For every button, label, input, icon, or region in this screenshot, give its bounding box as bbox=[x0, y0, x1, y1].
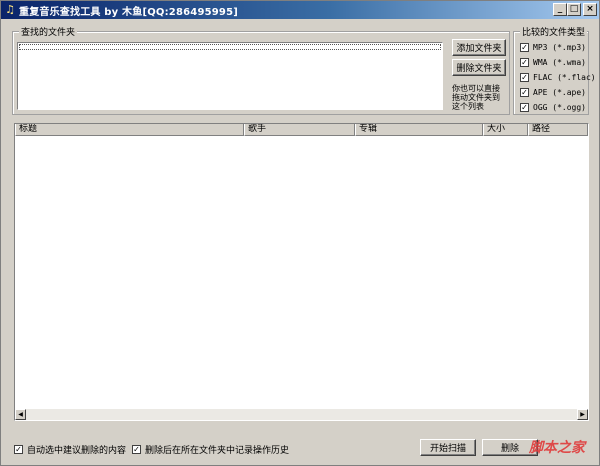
checkmark-icon: ✓ bbox=[520, 102, 529, 112]
log-history-checkbox[interactable]: ✓ 删除后在所在文件夹中记录操作历史 bbox=[132, 443, 289, 456]
watermark-text: 脚本之家 bbox=[529, 440, 585, 456]
window-controls: _ □ × bbox=[553, 3, 597, 16]
remove-folder-button[interactable]: 删除文件夹 bbox=[452, 59, 506, 76]
results-list[interactable]: 标题 歌手 专辑 大小 路径 ◀ ▶ bbox=[14, 123, 589, 421]
add-folder-button[interactable]: 添加文件夹 bbox=[452, 39, 506, 56]
filetype-label: WMA (*.wma) bbox=[533, 58, 586, 67]
scroll-left-icon[interactable]: ◀ bbox=[15, 409, 26, 420]
column-path-header[interactable]: 路径 bbox=[528, 124, 588, 136]
folders-group: 查找的文件夹 添加文件夹 删除文件夹 你也可以直接 拖动文件夹到 这个列表 bbox=[12, 25, 510, 115]
folder-list-focus-row bbox=[19, 44, 441, 50]
scroll-right-icon[interactable]: ▶ bbox=[577, 409, 588, 420]
column-title-header[interactable]: 标题 bbox=[15, 124, 244, 136]
filetype-wma-checkbox[interactable]: ✓ WMA (*.wma) bbox=[520, 58, 586, 67]
maximize-button[interactable]: □ bbox=[567, 3, 581, 16]
column-artist-header[interactable]: 歌手 bbox=[244, 124, 355, 136]
checkmark-icon: ✓ bbox=[14, 444, 23, 454]
auto-select-checkbox[interactable]: ✓ 自动选中建议删除的内容 bbox=[14, 443, 126, 456]
checkmark-icon: ✓ bbox=[520, 72, 529, 82]
filetypes-group: 比较的文件类型 ✓ MP3 (*.mp3) ✓ WMA (*.wma) ✓ FL… bbox=[513, 25, 596, 115]
filetype-flac-checkbox[interactable]: ✓ FLAC (*.flac) bbox=[520, 73, 596, 82]
close-button[interactable]: × bbox=[583, 3, 597, 16]
app-window: ♫ 重复音乐查找工具 by 木鱼[QQ:286495995] _ □ × 查找的… bbox=[0, 0, 600, 466]
folder-list[interactable] bbox=[17, 42, 443, 110]
horizontal-scrollbar[interactable]: ◀ ▶ bbox=[15, 409, 588, 420]
drag-hint-text: 你也可以直接 拖动文件夹到 这个列表 bbox=[452, 84, 500, 111]
filetype-label: APE (*.ape) bbox=[533, 88, 586, 97]
filetype-label: FLAC (*.flac) bbox=[533, 73, 596, 82]
title-bar[interactable]: ♫ 重复音乐查找工具 by 木鱼[QQ:286495995] _ □ × bbox=[1, 1, 599, 19]
start-scan-button[interactable]: 开始扫描 bbox=[420, 439, 476, 456]
auto-select-label: 自动选中建议删除的内容 bbox=[27, 446, 127, 456]
column-album-header[interactable]: 专辑 bbox=[355, 124, 483, 136]
filetypes-group-label: 比较的文件类型 bbox=[520, 25, 588, 38]
column-size-header[interactable]: 大小 bbox=[483, 124, 528, 136]
filetype-ogg-checkbox[interactable]: ✓ OGG (*.ogg) bbox=[520, 103, 586, 112]
window-title: 重复音乐查找工具 by 木鱼[QQ:286495995] bbox=[19, 6, 239, 18]
checkmark-icon: ✓ bbox=[520, 87, 529, 97]
filetype-ape-checkbox[interactable]: ✓ APE (*.ape) bbox=[520, 88, 586, 97]
checkmark-icon: ✓ bbox=[520, 42, 529, 52]
filetype-label: MP3 (*.mp3) bbox=[533, 43, 586, 52]
filetype-label: OGG (*.ogg) bbox=[533, 103, 586, 112]
music-note-icon: ♫ bbox=[5, 3, 15, 16]
log-history-label: 删除后在所在文件夹中记录操作历史 bbox=[145, 446, 290, 456]
filetype-mp3-checkbox[interactable]: ✓ MP3 (*.mp3) bbox=[520, 43, 586, 52]
checkmark-icon: ✓ bbox=[132, 444, 141, 454]
scroll-track[interactable] bbox=[26, 409, 577, 420]
results-header: 标题 歌手 专辑 大小 路径 bbox=[15, 124, 588, 136]
folders-group-label: 查找的文件夹 bbox=[19, 25, 78, 38]
checkmark-icon: ✓ bbox=[520, 57, 529, 67]
minimize-button[interactable]: _ bbox=[553, 3, 567, 16]
